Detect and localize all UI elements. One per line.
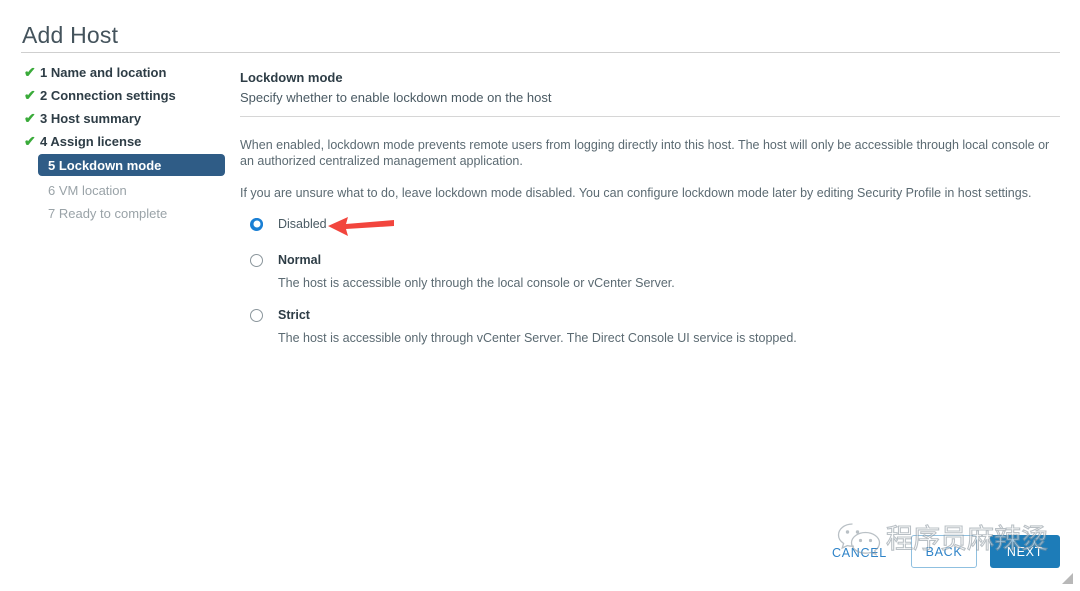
sidebar-step-lockdown-mode[interactable]: 5 Lockdown mode xyxy=(38,154,225,176)
check-icon: ✔ xyxy=(24,64,36,80)
back-button[interactable]: BACK xyxy=(911,535,977,568)
content-panel: Lockdown mode Specify whether to enable … xyxy=(240,62,1060,345)
sidebar-step-name-and-location[interactable]: ✔ 1 Name and location xyxy=(22,62,227,82)
radio-option-label: Normal xyxy=(278,253,322,267)
radio-option-description: The host is accessible only through the … xyxy=(278,276,675,290)
radio-strict-icon[interactable] xyxy=(250,308,263,322)
description-paragraph-2: If you are unsure what to do, leave lock… xyxy=(240,186,1032,200)
step-label: 7 Ready to complete xyxy=(48,205,168,221)
radio-option-normal[interactable]: Normal The host is accessible only throu… xyxy=(240,249,1060,290)
description-paragraph-1: When enabled, lockdown mode prevents rem… xyxy=(240,138,1050,168)
sidebar-step-vm-location[interactable]: 6 VM location xyxy=(22,180,227,200)
radio-normal-icon[interactable] xyxy=(250,253,263,267)
sidebar-step-connection-settings[interactable]: ✔ 2 Connection settings xyxy=(22,85,227,105)
section-divider xyxy=(240,116,1060,117)
radio-option-label: Disabled xyxy=(278,217,327,231)
step-label: 2 Connection settings xyxy=(40,87,176,103)
radio-option-description: The host is accessible only through vCen… xyxy=(278,331,797,345)
step-label: 3 Host summary xyxy=(40,110,142,126)
check-icon: ✔ xyxy=(24,133,36,149)
step-label: 5 Lockdown mode xyxy=(48,157,162,173)
step-label: 1 Name and location xyxy=(40,64,167,80)
section-title: Lockdown mode xyxy=(240,70,343,85)
sidebar-step-host-summary[interactable]: ✔ 3 Host summary xyxy=(22,108,227,128)
sidebar-step-ready-to-complete[interactable]: 7 Ready to complete xyxy=(22,203,227,223)
resize-grip-icon[interactable] xyxy=(1060,571,1074,585)
check-icon: ✔ xyxy=(24,87,36,103)
title-divider xyxy=(21,52,1060,53)
radio-option-label: Strict xyxy=(278,308,310,322)
radio-option-strict[interactable]: Strict The host is accessible only throu… xyxy=(240,304,1060,345)
cancel-button[interactable]: CANCEL xyxy=(826,542,893,564)
section-subtitle: Specify whether to enable lockdown mode … xyxy=(240,90,552,105)
page-title: Add Host xyxy=(22,22,119,48)
lockdown-mode-radio-group: Disabled Normal The host is accessible o… xyxy=(240,213,1060,345)
wizard-footer: CANCEL BACK NEXT xyxy=(0,534,1080,574)
sidebar-step-assign-license[interactable]: ✔ 4 Assign license xyxy=(22,131,227,151)
next-button[interactable]: NEXT xyxy=(990,535,1060,568)
radio-option-disabled[interactable]: Disabled xyxy=(240,213,1060,235)
wizard-step-list: ✔ 1 Name and location ✔ 2 Connection set… xyxy=(22,62,227,226)
step-label: 4 Assign license xyxy=(40,133,142,149)
step-label: 6 VM location xyxy=(48,182,127,198)
radio-disabled-icon[interactable] xyxy=(250,217,263,231)
check-icon: ✔ xyxy=(24,110,36,126)
